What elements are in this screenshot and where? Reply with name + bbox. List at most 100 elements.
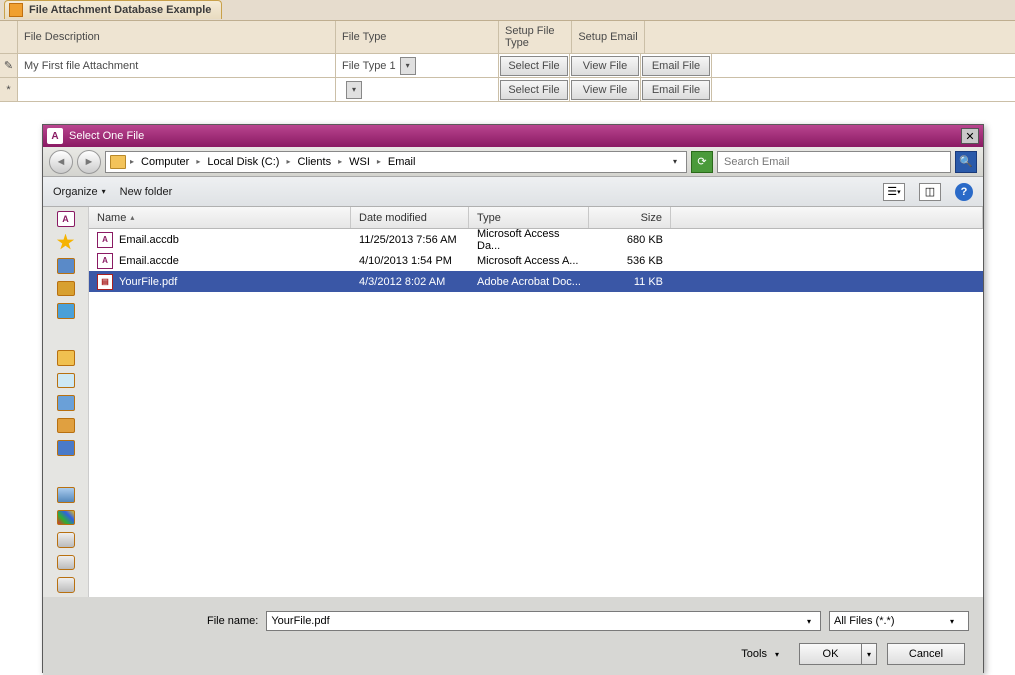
- file-row[interactable]: AEmail.accde 4/10/2013 1:54 PM Microsoft…: [89, 250, 983, 271]
- places-drive-d-icon[interactable]: [57, 555, 75, 571]
- filter-value: All Files (*.*): [834, 615, 895, 627]
- search-input[interactable]: Search Email: [717, 151, 951, 173]
- places-access-icon[interactable]: A: [57, 211, 75, 227]
- ok-button[interactable]: OK: [799, 643, 861, 665]
- dialog-body: A Name▴ Date modified Type Size: [43, 207, 983, 597]
- dialog-title: Select One File: [69, 130, 961, 142]
- forward-button[interactable]: ►: [77, 150, 101, 174]
- places-downloads-icon[interactable]: [57, 281, 75, 297]
- chevron-down-icon[interactable]: ▾: [950, 617, 964, 626]
- breadcrumb-clients[interactable]: Clients: [294, 154, 334, 170]
- chevron-down-icon[interactable]: ▾: [668, 157, 682, 166]
- cell-file-type[interactable]: File Type 1 ▾: [336, 54, 499, 77]
- view-file-button[interactable]: View File: [571, 56, 639, 76]
- places-drive-c-icon[interactable]: [57, 532, 75, 548]
- organize-menu[interactable]: Organize▾: [53, 186, 106, 198]
- file-type: Microsoft Access Da...: [469, 226, 589, 254]
- places-libraries-icon[interactable]: [57, 350, 75, 366]
- sort-asc-icon: ▴: [130, 213, 134, 222]
- col-file-description[interactable]: File Description: [18, 21, 336, 53]
- email-file-button[interactable]: Email File: [642, 56, 710, 76]
- places-computer-icon[interactable]: [57, 487, 75, 503]
- places-videos-icon[interactable]: [57, 440, 75, 456]
- form-icon: [9, 3, 23, 17]
- ok-dropdown-button[interactable]: ▾: [861, 643, 877, 665]
- row-marker-new: *: [0, 78, 18, 101]
- form-container: File Attachment Database Example File De…: [0, 0, 1015, 102]
- dialog-navbar: ◄ ► ▸ Computer ▸ Local Disk (C:) ▸ Clien…: [43, 147, 983, 177]
- form-tab[interactable]: File Attachment Database Example: [4, 0, 222, 19]
- chevron-right-icon: ▸: [194, 157, 202, 166]
- pencil-icon: ✎: [4, 59, 13, 72]
- file-size: 11 KB: [589, 274, 671, 290]
- breadcrumb-local-disk[interactable]: Local Disk (C:): [204, 154, 282, 170]
- chevron-down-icon: ▾: [775, 650, 779, 659]
- row-selector-header: [0, 21, 18, 53]
- search-button[interactable]: 🔍: [955, 151, 977, 173]
- col-setup-email[interactable]: Setup Email: [572, 21, 645, 53]
- access-file-icon: A: [97, 232, 113, 248]
- file-type: Adobe Acrobat Doc...: [469, 274, 589, 290]
- chevron-right-icon: ▸: [375, 157, 383, 166]
- close-button[interactable]: ✕: [961, 128, 979, 144]
- select-file-button[interactable]: Select File: [500, 56, 568, 76]
- col-extra: [671, 207, 983, 228]
- chevron-right-icon: ▸: [128, 157, 136, 166]
- chevron-down-icon[interactable]: ▾: [400, 57, 416, 75]
- file-size: 680 KB: [589, 232, 671, 248]
- col-setup-file-type[interactable]: Setup File Type: [499, 21, 572, 53]
- places-bar: A: [43, 207, 89, 597]
- folder-icon: [110, 155, 126, 169]
- chevron-down-icon[interactable]: ▾: [802, 617, 816, 626]
- file-row[interactable]: AEmail.accdb 11/25/2013 7:56 AM Microsof…: [89, 229, 983, 250]
- places-desktop-icon[interactable]: [57, 258, 75, 274]
- preview-pane-button[interactable]: ◫: [919, 183, 941, 201]
- col-date-modified[interactable]: Date modified: [351, 207, 469, 228]
- file-filter-dropdown[interactable]: All Files (*.*) ▾: [829, 611, 969, 631]
- col-name[interactable]: Name▴: [89, 207, 351, 228]
- file-name: Email.accde: [119, 255, 179, 267]
- col-file-type[interactable]: File Type: [336, 21, 499, 53]
- grid-row[interactable]: ✎ My First file Attachment File Type 1 ▾…: [0, 54, 1015, 78]
- chevron-down-icon[interactable]: ▾: [346, 81, 362, 99]
- file-size: 536 KB: [589, 253, 671, 269]
- file-open-dialog: A Select One File ✕ ◄ ► ▸ Computer ▸ Loc…: [42, 124, 984, 673]
- select-file-button[interactable]: Select File: [500, 80, 568, 100]
- back-button[interactable]: ◄: [49, 150, 73, 174]
- breadcrumb[interactable]: ▸ Computer ▸ Local Disk (C:) ▸ Clients ▸…: [105, 151, 687, 173]
- row-marker-edit: ✎: [0, 54, 18, 77]
- view-file-button[interactable]: View File: [571, 80, 639, 100]
- breadcrumb-email[interactable]: Email: [385, 154, 419, 170]
- file-row-selected[interactable]: ▤YourFile.pdf 4/3/2012 8:02 AM Adobe Acr…: [89, 271, 983, 292]
- new-folder-button[interactable]: New folder: [120, 186, 173, 198]
- refresh-button[interactable]: ⟳: [691, 151, 713, 173]
- cell-file-type[interactable]: ▾: [336, 78, 499, 101]
- places-drive-e-icon[interactable]: [57, 577, 75, 593]
- file-date: 11/25/2013 7:56 AM: [351, 232, 469, 248]
- grid-row-new[interactable]: * ▾ Select File View File Email File: [0, 78, 1015, 102]
- email-file-button[interactable]: Email File: [642, 80, 710, 100]
- cell-description[interactable]: [18, 78, 336, 101]
- file-date: 4/3/2012 8:02 AM: [351, 274, 469, 290]
- cell-description[interactable]: My First file Attachment: [18, 54, 336, 77]
- cancel-button[interactable]: Cancel: [887, 643, 965, 665]
- file-name-input[interactable]: YourFile.pdf ▾: [266, 611, 821, 631]
- tools-menu[interactable]: Tools▾: [741, 648, 779, 660]
- places-windows-icon[interactable]: [57, 510, 75, 526]
- help-button[interactable]: ?: [955, 183, 973, 201]
- file-date: 4/10/2013 1:54 PM: [351, 253, 469, 269]
- places-pictures-icon[interactable]: [57, 418, 75, 434]
- places-music-icon[interactable]: [57, 395, 75, 411]
- dialog-toolbar: Organize▾ New folder ☰▾ ◫ ?: [43, 177, 983, 207]
- datasheet: File Description File Type Setup File Ty…: [0, 20, 1015, 102]
- view-options-button[interactable]: ☰▾: [883, 183, 905, 201]
- file-name: Email.accdb: [119, 234, 179, 246]
- dialog-titlebar[interactable]: A Select One File ✕: [43, 125, 983, 147]
- breadcrumb-wsi[interactable]: WSI: [346, 154, 373, 170]
- places-documents-icon[interactable]: [57, 373, 75, 389]
- breadcrumb-computer[interactable]: Computer: [138, 154, 192, 170]
- places-dropbox-icon[interactable]: [57, 303, 75, 319]
- pdf-file-icon: ▤: [97, 274, 113, 290]
- col-size[interactable]: Size: [589, 207, 671, 228]
- places-favorites-icon[interactable]: [57, 234, 75, 251]
